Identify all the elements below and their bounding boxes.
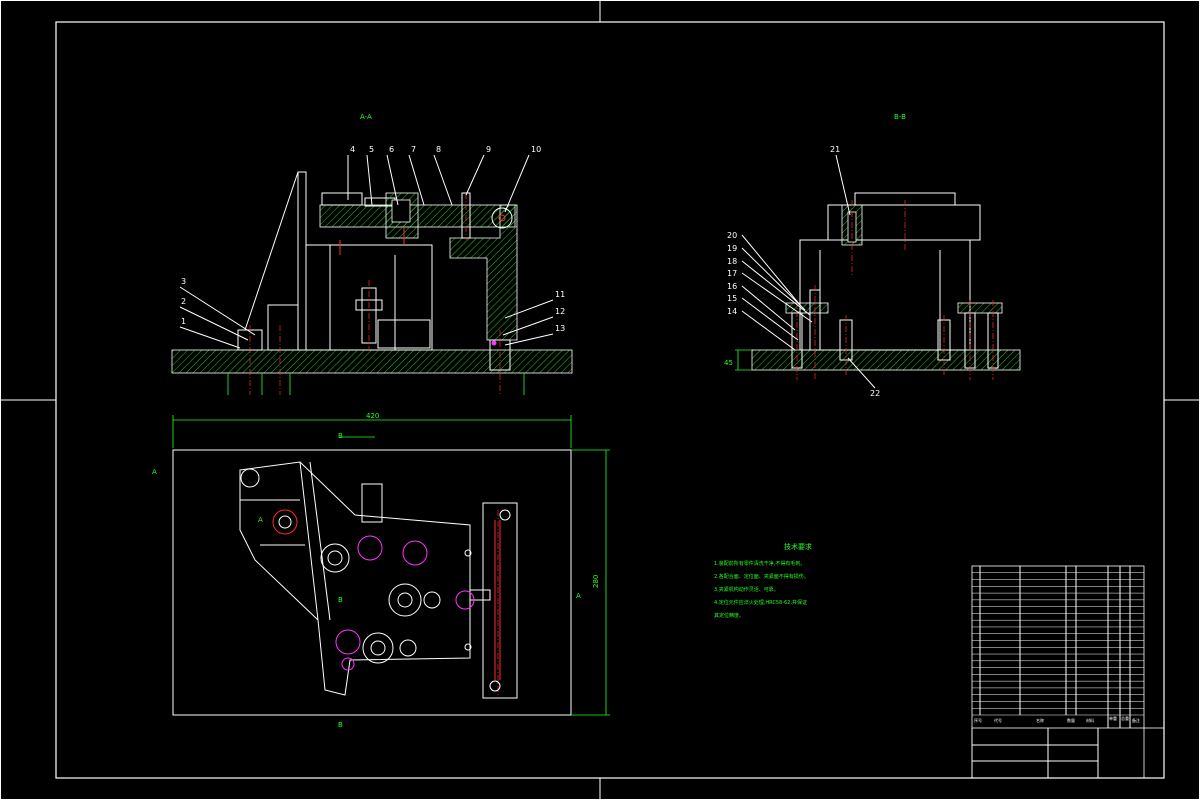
title-header-seq: 序号 [974,717,982,723]
callout-6: 6 [389,145,394,154]
note-line-2: 2.各配合面、定位面、夹紧面不得有损伤。 [714,573,809,580]
callout-17: 17 [727,269,737,278]
title-header-remark: 备注 [1132,717,1140,723]
title-header-total-weight: 总重 [1121,715,1129,721]
title-header-qty: 数量 [1067,717,1075,723]
callout-8: 8 [436,145,441,154]
callout-10: 10 [531,145,541,154]
callout-21: 21 [830,145,840,154]
plan-marker-a-top: A [258,516,263,524]
section-bb-title: B-B [894,113,906,121]
section-aa-view: A-A [171,113,573,395]
callout-18: 18 [727,257,737,266]
plan-marker-a-right: A [576,592,581,600]
callout-3: 3 [181,277,186,286]
technical-notes: 技术要求 1.装配前所有零件清洗干净,不得有毛刺。 2.各配合面、定位面、夹紧面… [714,542,812,619]
section-aa-title: A-A [360,113,372,121]
fixture-assembly-drawing: A-A 4 5 6 7 8 9 10 3 2 1 11 12 13 B-B 45… [0,0,1200,800]
callout-11: 11 [555,290,565,299]
notes-title: 技术要求 [784,542,812,551]
callout-14: 14 [727,307,737,316]
title-header-code: 代号 [994,717,1002,723]
plan-marker-b-top: B [338,432,343,440]
title-header-unit-weight: 单重 [1109,715,1117,721]
bb-height-dimension: 45 [724,359,733,367]
note-line-5: 其定位精度。 [714,612,744,619]
callout-2: 2 [181,297,186,306]
callout-4: 4 [350,145,355,154]
callout-9: 9 [486,145,491,154]
plan-width-dimension: 420 [366,412,379,420]
note-line-3: 3.夹紧机构动作灵活、可靠。 [714,586,779,593]
callout-20: 20 [727,231,737,240]
callout-12: 12 [555,307,565,316]
note-line-4: 4.定位元件应淬火处理,HRC58-62,并保证 [714,599,807,606]
plan-view: 420 280 B B A A B A [152,412,610,729]
plan-marker-a-left: A [152,468,157,476]
callout-15: 15 [727,294,737,303]
callout-7: 7 [411,145,416,154]
plan-height-dimension: 280 [592,575,600,588]
title-block: 序号 代号 名称 数量 材料 单重 总重 备注 [971,565,1165,779]
callout-13: 13 [555,324,565,333]
note-line-1: 1.装配前所有零件清洗干净,不得有毛刺。 [714,560,805,567]
callout-5: 5 [369,145,374,154]
callout-22: 22 [870,389,880,398]
callout-19: 19 [727,244,737,253]
title-header-name: 名称 [1036,717,1044,723]
plan-marker-b-bottom: B [338,721,343,729]
callout-16: 16 [727,282,737,291]
section-bb-view: B-B 45 [724,113,1021,380]
callout-1: 1 [181,317,186,326]
plan-marker-b-mid: B [338,596,343,604]
title-header-material: 材料 [1086,717,1094,723]
